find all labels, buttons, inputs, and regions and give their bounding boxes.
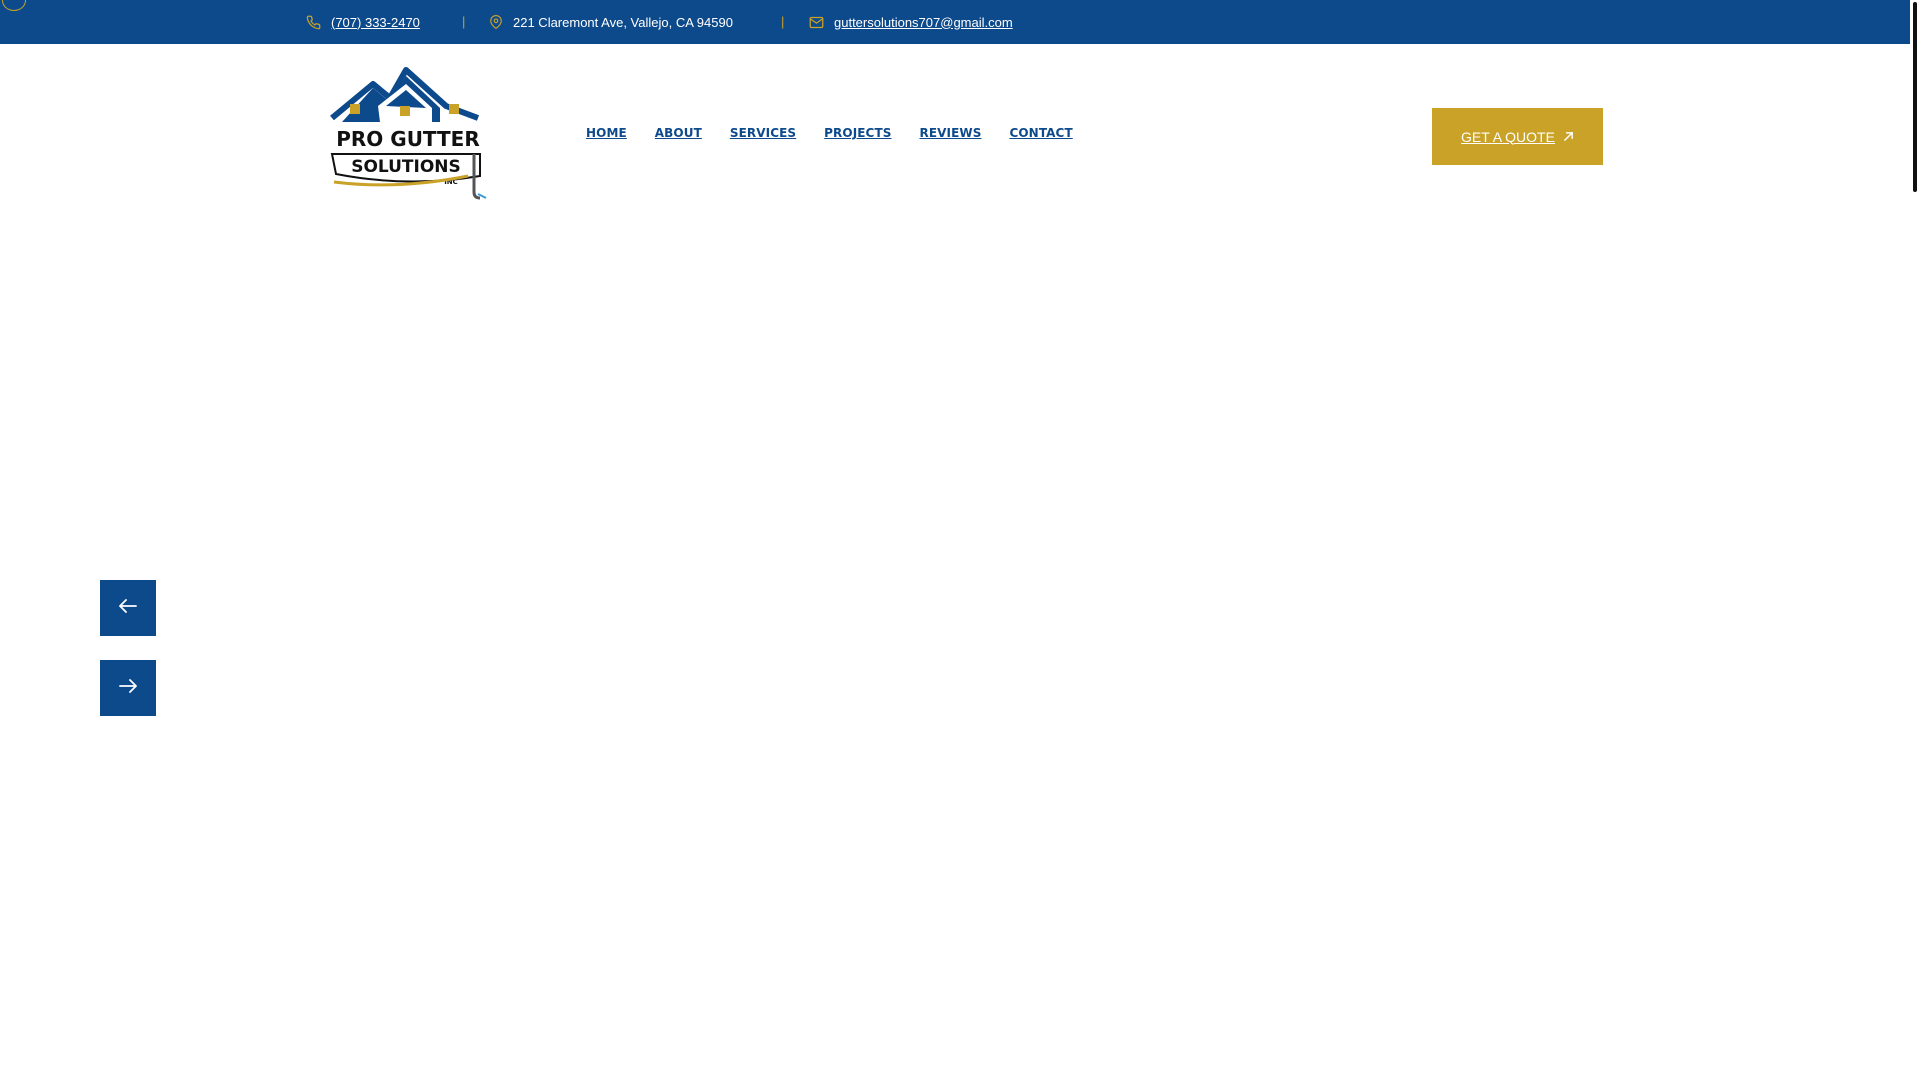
address-item: 221 Claremont Ave, Vallejo, CA 94590 [489, 0, 733, 44]
nav-projects[interactable]: PROJECTS [824, 126, 891, 140]
email-item: guttersolutions707@gmail.com [809, 0, 1013, 44]
separator: | [462, 14, 466, 29]
logo-text-line1: PRO GUTTER [336, 127, 480, 151]
arrow-up-right-icon [1563, 129, 1574, 145]
corner-circle-decoration [2, 0, 26, 11]
map-pin-icon [489, 15, 503, 29]
slider-next-button[interactable] [100, 660, 156, 716]
get-a-quote-label: GET A QUOTE [1461, 128, 1555, 145]
company-logo[interactable]: PRO GUTTER SOLUTIONS INC [328, 66, 488, 202]
nav-reviews[interactable]: REVIEWS [920, 126, 982, 140]
top-contact-bar: (707) 333-2470 | 221 Claremont Ave, Vall… [0, 0, 1910, 44]
address-text: 221 Claremont Ave, Vallejo, CA 94590 [513, 14, 733, 30]
separator: | [781, 14, 785, 29]
arrow-right-icon [119, 678, 137, 698]
scrollbar-thumb[interactable] [1913, 2, 1917, 192]
phone-item: (707) 333-2470 [306, 0, 420, 44]
phone-link[interactable]: (707) 333-2470 [331, 15, 420, 30]
nav-contact[interactable]: CONTACT [1009, 126, 1072, 140]
slider-prev-button[interactable] [100, 580, 156, 636]
main-nav: HOME ABOUT SERVICES PROJECTS REVIEWS CON… [586, 126, 1073, 140]
site-header: PRO GUTTER SOLUTIONS INC HOME ABOUT SERV… [0, 44, 1910, 214]
arrow-left-icon [119, 598, 137, 618]
mail-icon [809, 15, 824, 30]
nav-services[interactable]: SERVICES [730, 126, 796, 140]
phone-icon [306, 15, 321, 30]
page-scrollbar[interactable] [1910, 0, 1920, 1080]
get-a-quote-button[interactable]: GET A QUOTE [1432, 108, 1603, 165]
nav-about[interactable]: ABOUT [655, 126, 702, 140]
nav-home[interactable]: HOME [586, 126, 627, 140]
logo-graphic: PRO GUTTER SOLUTIONS INC [330, 67, 487, 200]
logo-text-line2: SOLUTIONS [351, 157, 461, 177]
email-link[interactable]: guttersolutions707@gmail.com [834, 15, 1013, 30]
